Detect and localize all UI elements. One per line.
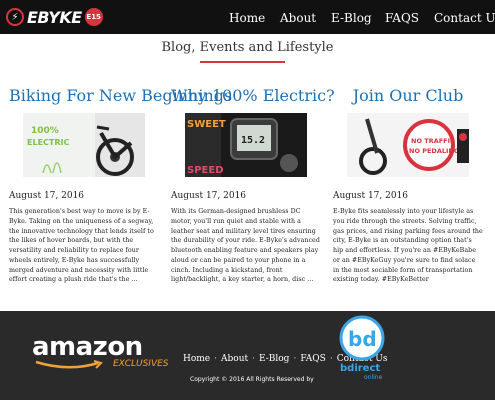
blog-post-3: Join Our Club NO TRAFFIC NO PEDALING Aug…: [333, 86, 483, 285]
blog-post-2: Why 100% Electric? SWEET SPEED 15.2 Augu…: [171, 86, 335, 285]
footer-nav-separator: ·: [293, 354, 297, 364]
speedometer-image: SWEET SPEED 15.2: [185, 113, 307, 177]
svg-text:NO PEDALING: NO PEDALING: [409, 147, 459, 155]
footer-nav-e-blog[interactable]: E-Blog: [259, 354, 289, 364]
nav-faqs[interactable]: FAQS: [385, 11, 419, 25]
nav-e-blog[interactable]: E-Blog: [331, 11, 372, 25]
footer-nav-home[interactable]: Home: [183, 354, 210, 364]
bdirect-online-label: online: [364, 374, 383, 381]
post-image-ebike-electric[interactable]: 100% ELECTRIC: [23, 113, 145, 177]
main-nav: Home About E-Blog FAQS Contact Us: [0, 0, 495, 34]
post-image-no-traffic[interactable]: NO TRAFFIC NO PEDALING: [347, 113, 469, 177]
bdirect-wordmark: bdirect: [340, 363, 381, 374]
amazon-logo[interactable]: amazon: [32, 332, 143, 362]
post-excerpt: This generation's best way to move is by…: [9, 208, 154, 284]
amazon-smile-icon: [35, 360, 103, 369]
blog-post-1: Biking For New Beginnings 100% ELECTRIC …: [9, 86, 232, 285]
post-excerpt: With its German-designed brushless DC mo…: [171, 208, 320, 284]
footer-nav-separator: ·: [252, 354, 255, 364]
ebike-electric-image: 100% ELECTRIC: [23, 113, 145, 177]
no-traffic-image: NO TRAFFIC NO PEDALING: [347, 113, 469, 177]
post-date: August 17, 2016: [171, 191, 247, 201]
svg-text:SWEET: SWEET: [187, 119, 226, 130]
post-excerpt: E-Byke fits seamlessly into your lifesty…: [333, 208, 483, 284]
nav-home[interactable]: Home: [229, 11, 265, 25]
nav-contact-us[interactable]: Contact Us: [434, 11, 495, 25]
section-divider: [200, 61, 285, 63]
footer-nav-about[interactable]: About: [221, 354, 248, 364]
footer-nav-separator: ·: [214, 354, 218, 364]
amazon-exclusives-label: EXCLUSIVES: [113, 359, 169, 369]
post-image-speedometer[interactable]: SWEET SPEED 15.2: [185, 113, 307, 177]
post-date: August 17, 2016: [333, 191, 409, 201]
post-title[interactable]: Why 100% Electric?: [171, 86, 335, 105]
post-title[interactable]: Biking For New Beginnings: [9, 86, 232, 105]
svg-text:ELECTRIC: ELECTRIC: [27, 138, 69, 147]
post-date: August 17, 2016: [9, 191, 85, 201]
section-title: Blog, Events and Lifestyle: [161, 40, 334, 55]
nav-about[interactable]: About: [280, 11, 316, 25]
footer-nav-separator: ·: [329, 354, 333, 364]
footer-nav-faqs[interactable]: FAQS: [300, 354, 326, 364]
copyright-text: Copyright © 2016 All Rights Reserved by: [190, 376, 314, 383]
top-nav-bar: ⚡ EBYKE E15 Home About E-Blog FAQS Conta…: [0, 0, 495, 34]
svg-text:NO TRAFFIC: NO TRAFFIC: [411, 137, 455, 145]
svg-text:SPEED: SPEED: [187, 165, 224, 176]
bdirect-mark: bd: [348, 327, 377, 351]
svg-text:100%: 100%: [31, 126, 59, 136]
svg-text:15.2: 15.2: [241, 135, 265, 146]
bdirect-logo-icon[interactable]: bd: [339, 315, 385, 361]
post-title[interactable]: Join Our Club: [333, 86, 483, 105]
